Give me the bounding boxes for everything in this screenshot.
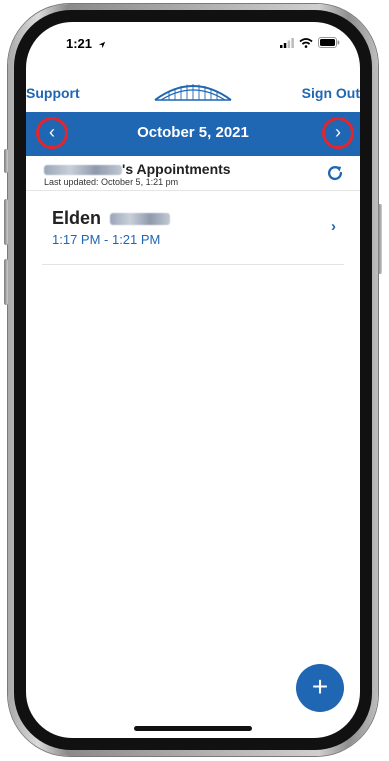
support-link[interactable]: Support	[26, 85, 80, 101]
redacted-name	[44, 165, 122, 176]
refresh-icon[interactable]	[326, 164, 344, 182]
redacted-last-name	[110, 213, 171, 226]
wifi-icon	[299, 38, 313, 48]
battery-icon	[318, 37, 340, 48]
status-time: 1:21	[66, 36, 106, 51]
bridge-logo-icon	[154, 84, 232, 101]
chevron-right-icon: ›	[331, 218, 336, 235]
current-date: October 5, 2021	[137, 124, 249, 141]
side-button	[4, 259, 8, 305]
add-appointment-button[interactable]: +	[296, 664, 344, 712]
status-icons	[280, 37, 340, 48]
side-button	[4, 149, 8, 173]
side-button	[378, 204, 382, 274]
chevron-right-icon: ›	[335, 122, 341, 142]
phone-frame: 1:21 Support Sign Out ‹ October 5, 2021 …	[4, 4, 382, 756]
appointment-name: Elden	[52, 208, 171, 229]
side-button	[4, 199, 8, 245]
sign-out-link[interactable]: Sign Out	[302, 85, 360, 101]
screen: 1:21 Support Sign Out ‹ October 5, 2021 …	[26, 22, 360, 738]
appointment-time: 1:17 PM - 1:21 PM	[52, 232, 161, 247]
appointments-title: 's Appointments	[44, 161, 231, 177]
location-arrow-icon	[98, 41, 105, 48]
status-bar: 1:21	[26, 22, 360, 68]
appointment-row[interactable]: Elden 1:17 PM - 1:21 PM ›	[42, 190, 344, 265]
top-bar: Support Sign Out	[26, 68, 360, 112]
last-updated: Last updated: October 5, 1:21 pm	[44, 177, 179, 187]
signal-icon	[280, 38, 294, 48]
date-bar: ‹ October 5, 2021 ›	[26, 112, 360, 156]
appointments-header: 's Appointments Last updated: October 5,…	[26, 156, 360, 191]
next-day-button[interactable]: ›	[322, 117, 354, 149]
home-indicator[interactable]	[134, 726, 252, 731]
